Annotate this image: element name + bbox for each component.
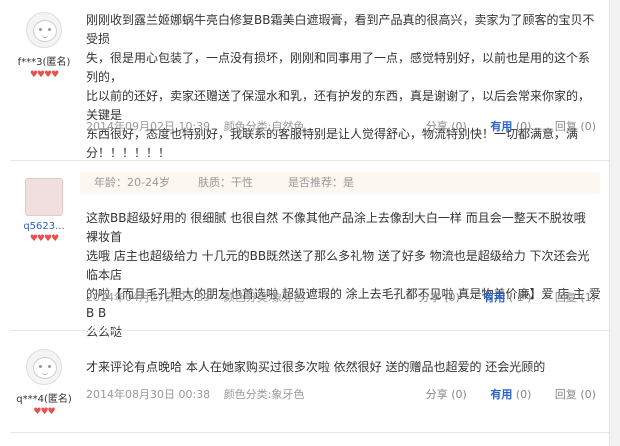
review-date: 2014年09月02日 10:39 [86, 120, 211, 133]
avatar[interactable] [26, 349, 62, 385]
review-line: 选哦 店主也超级给力 十几元的BB既然送了那么多礼物 送了好多 物流也是超级给力… [86, 249, 590, 282]
review-actions: 分享 (0) 有用 (0) 回复 (0) [406, 118, 596, 134]
reviewer-name: f***3(匿名) [17, 57, 71, 68]
review-line: 失，很是用心包装了，一点没有损坏，刚刚和同事用了一点，感觉特别好，以前也是用的这… [86, 51, 591, 84]
reviewer-profile-bar: 年龄：20-24岁 肤质：干性 是否推荐：是 [80, 172, 600, 194]
skin-info: 肤质：干性 [198, 176, 253, 189]
reviewer-name: q***4(匿名) [16, 394, 72, 405]
reputation-badge: ♥♥♥♥ [29, 70, 59, 80]
review-text: 才来评论有点晚哈 本人在她家购买过很多次啦 依然很好 送的赠品也超爱的 还会光顾… [86, 358, 601, 377]
reputation-badge: ♥♥♥ [33, 407, 55, 417]
useful-button[interactable]: 有用 (0) [490, 388, 531, 401]
reviewer-info: q5623... ♥♥♥♥ [14, 178, 74, 244]
reputation-badge: ♥♥♥♥ [29, 234, 59, 244]
avatar[interactable] [25, 178, 63, 216]
useful-label: 有用 [483, 291, 506, 304]
divider [10, 432, 610, 433]
review-spec: 颜色分类:象牙色 [223, 388, 305, 401]
useful-count: (0) [515, 120, 532, 133]
review-line: 才来评论有点晚哈 本人在她家购买过很多次啦 依然很好 送的赠品也超爱的 还会光顾… [86, 360, 546, 374]
review-line: 么么哒 [86, 325, 123, 339]
review-text: 刚刚收到露兰姬娜蜗牛亮白修复BB霜美白遮瑕膏，看到产品真的很高兴，卖家为了顾客的… [86, 11, 601, 163]
review-actions: 分享 (0) 有用 ( 1 ) 回复 (1) [399, 289, 596, 305]
reply-button[interactable]: 回复 (0) [555, 388, 596, 401]
reply-button[interactable]: 回复 (1) [555, 291, 596, 304]
review-spec: 颜色分类:象牙色 [223, 291, 305, 304]
recommend-info: 是否推荐：是 [288, 176, 354, 189]
useful-count: ( 1 ) [508, 291, 532, 304]
reviewer-info: f***3(匿名) ♥♥♥♥ [14, 12, 74, 80]
useful-count: (0) [515, 388, 532, 401]
share-button[interactable]: 分享 (0) [426, 388, 467, 401]
useful-label: 有用 [490, 120, 513, 133]
reply-button[interactable]: 回复 (0) [555, 120, 596, 133]
review-actions: 分享 (0) 有用 (0) 回复 (0) [406, 386, 596, 402]
review-spec: 颜色分类:自然色 [223, 120, 305, 133]
divider [10, 330, 610, 331]
useful-button[interactable]: 有用 ( 1 ) [483, 291, 531, 304]
default-avatar-icon [33, 20, 57, 42]
review-date: 2014年08月30日 00:38 [86, 388, 211, 401]
reviewer-info: q***4(匿名) ♥♥♥ [14, 349, 74, 417]
default-avatar-icon [33, 357, 57, 379]
divider [10, 160, 610, 161]
review-line: 这款BB超级好用的 很细腻 也很自然 不像其他产品涂上去像刮大白一样 而且会一整… [86, 211, 586, 244]
share-button[interactable]: 分享 (0) [419, 291, 460, 304]
scrollbar[interactable] [609, 0, 620, 446]
review-text: 这款BB超级好用的 很细腻 也很自然 不像其他产品涂上去像刮大白一样 而且会一整… [86, 209, 601, 342]
avatar[interactable] [26, 12, 62, 48]
review-date: 2014年04月27日 09:39 [86, 291, 211, 304]
share-button[interactable]: 分享 (0) [426, 120, 467, 133]
review-line: 刚刚收到露兰姬娜蜗牛亮白修复BB霜美白遮瑕膏，看到产品真的很高兴，卖家为了顾客的… [86, 13, 595, 46]
reviewer-name[interactable]: q5623... [14, 221, 74, 232]
useful-button[interactable]: 有用 (0) [490, 120, 531, 133]
age-info: 年龄：20-24岁 [94, 176, 170, 189]
useful-label: 有用 [490, 388, 513, 401]
